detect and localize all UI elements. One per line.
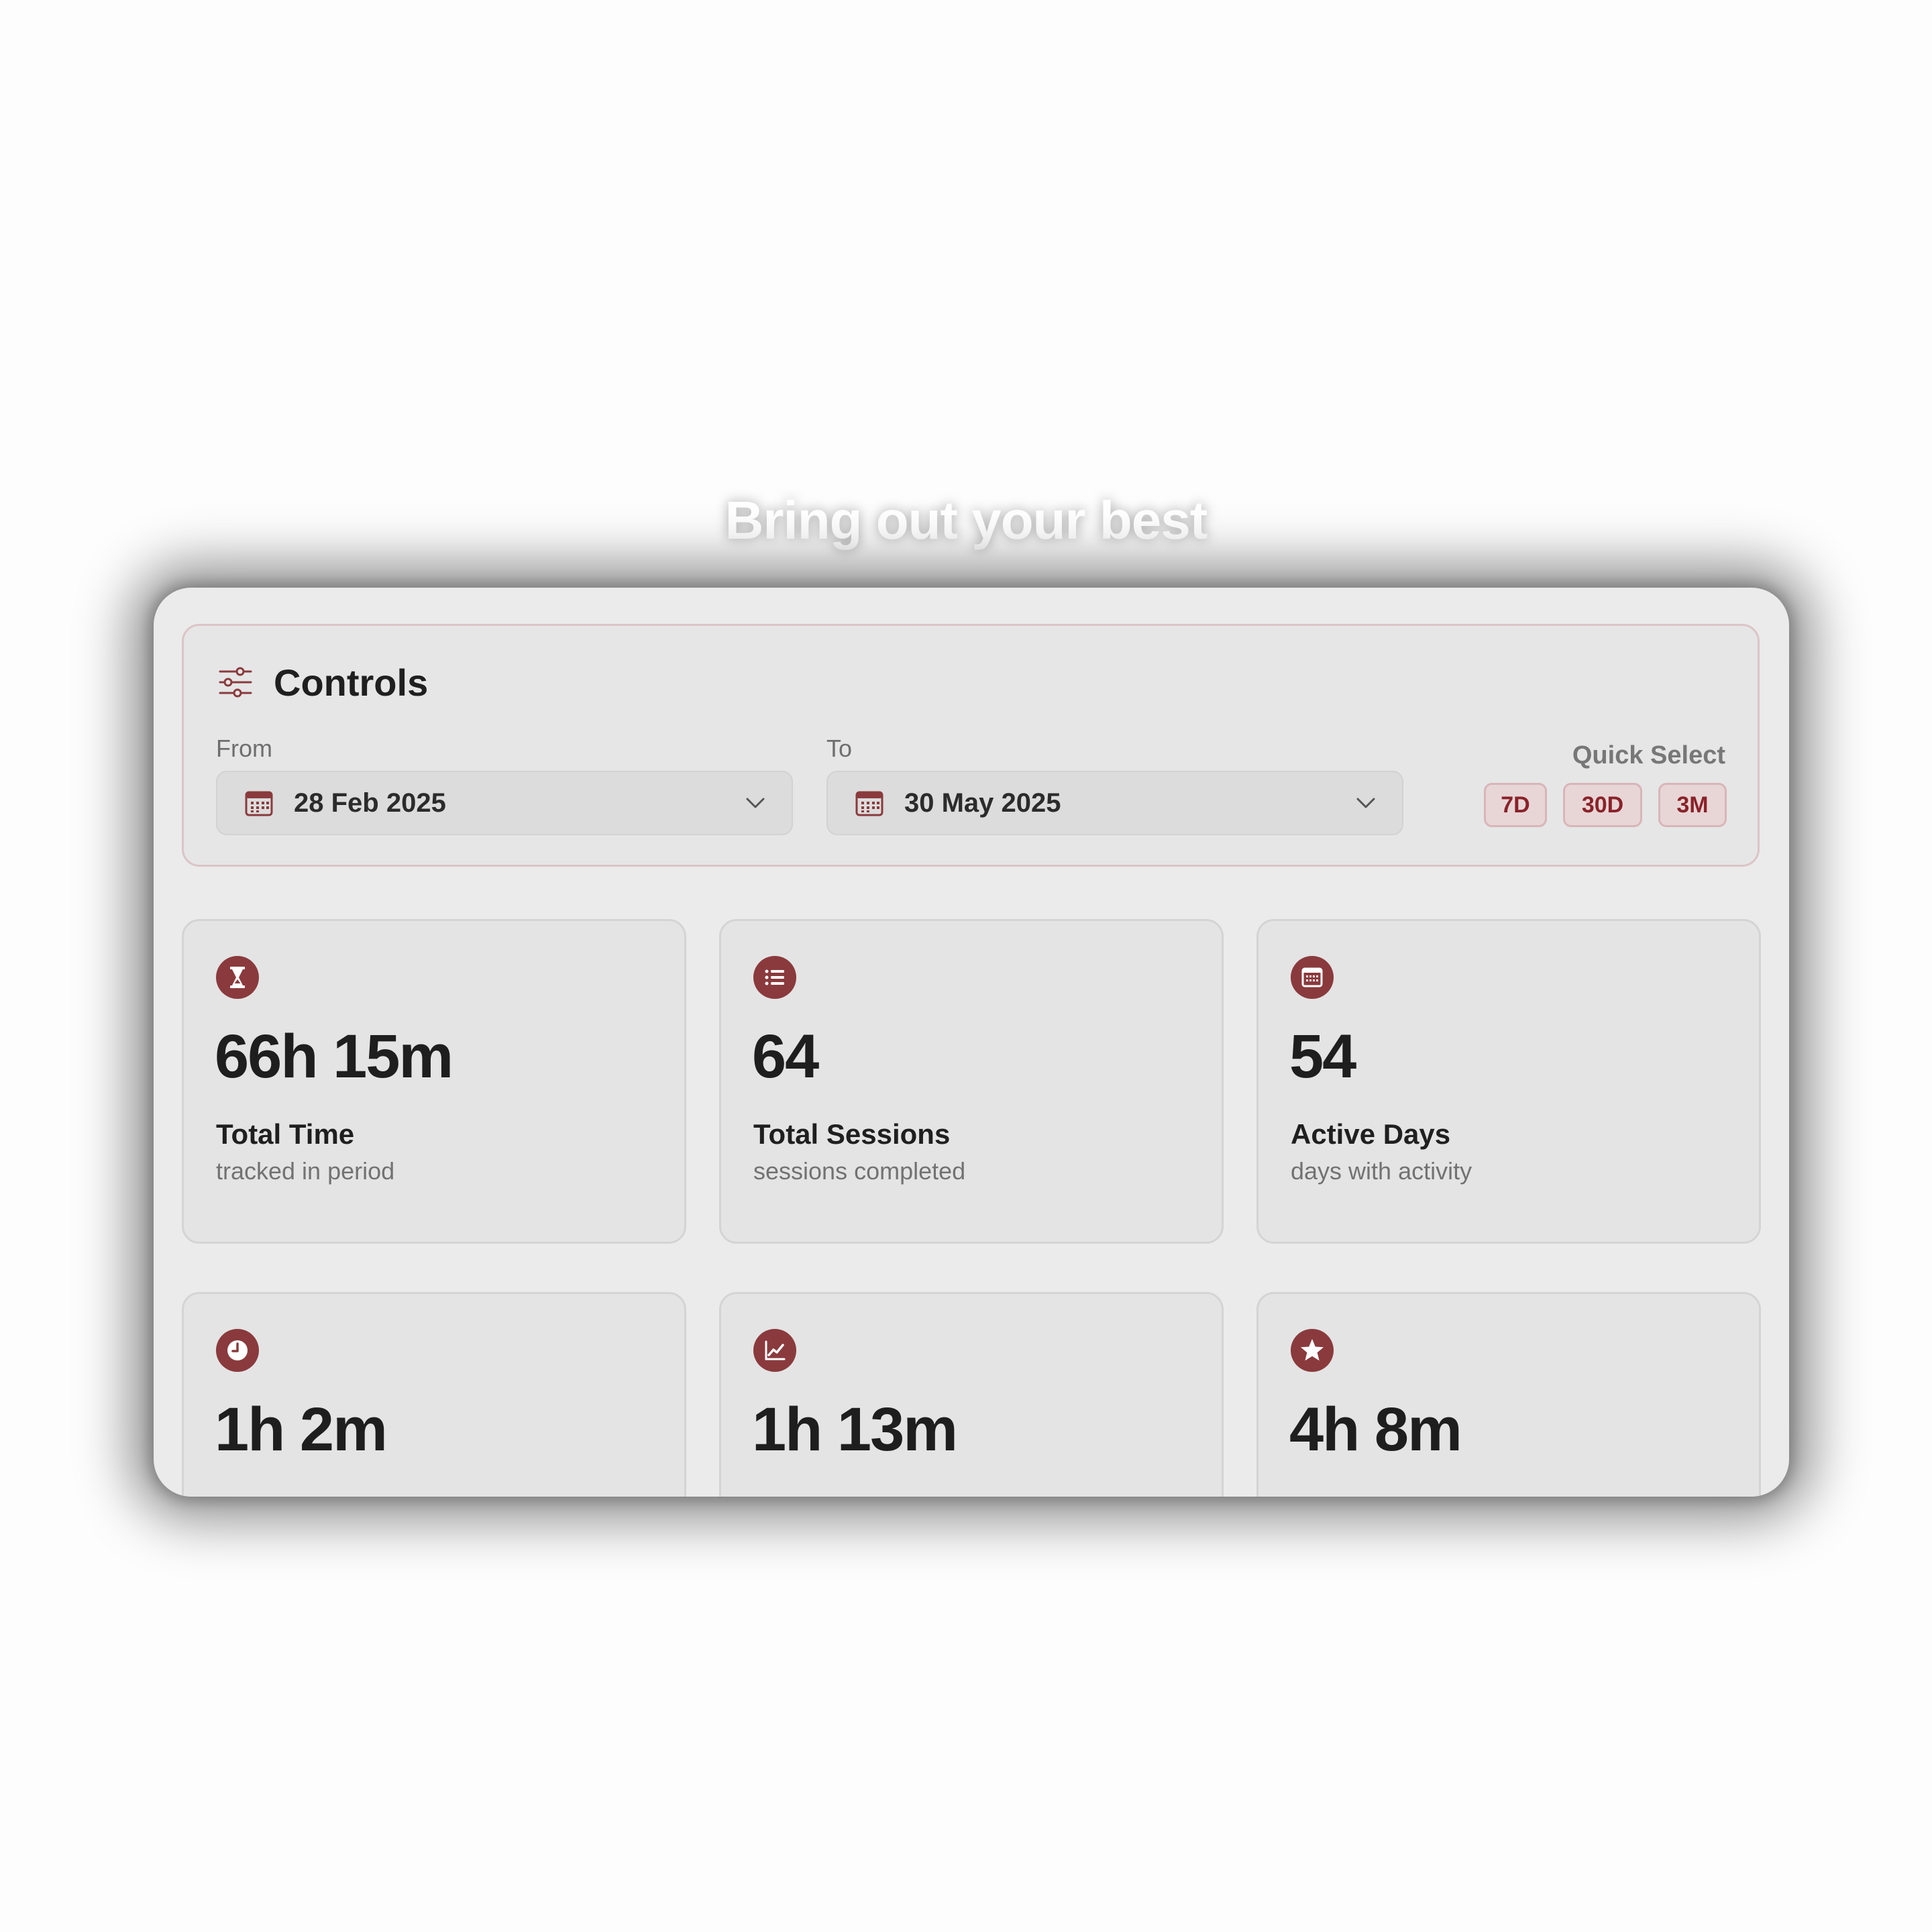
stat-label: Total Time: [216, 1118, 355, 1150]
chevron-down-icon: [1356, 798, 1375, 808]
stat-value: 64: [752, 1022, 819, 1091]
calendar-icon: [245, 791, 273, 816]
stat-value: 66h 15m: [215, 1022, 453, 1091]
chevron-down-icon: [746, 798, 765, 808]
stat-card-total-time: 66h 15m Total Time tracked in period: [182, 919, 686, 1244]
stat-value: 4h 8m: [1289, 1395, 1462, 1464]
quick-select-7d-button[interactable]: 7D: [1484, 783, 1547, 827]
stat-subtitle: sessions completed: [753, 1157, 966, 1185]
quick-select-group: 7D 30D 3M: [1484, 783, 1727, 827]
to-date-select[interactable]: 30 May 2025: [826, 771, 1403, 835]
controls-title: Controls: [274, 661, 429, 704]
stat-value: 54: [1289, 1022, 1356, 1091]
page: Bring out your best Controls From 28 Feb…: [0, 0, 1932, 1932]
app-window: Controls From 28 Feb 2025 To 30 May 2025…: [154, 588, 1789, 1497]
stat-label: Active Days: [1291, 1118, 1451, 1150]
stat-value: 1h 13m: [752, 1395, 958, 1464]
to-date-value: 30 May 2025: [904, 788, 1061, 818]
calendar-icon: [855, 791, 883, 816]
sliders-icon: [219, 667, 252, 698]
stat-label: Total Sessions: [753, 1118, 951, 1150]
star-icon: [1291, 1329, 1334, 1372]
from-label: From: [216, 735, 272, 762]
tagline: Bring out your best: [724, 490, 1208, 550]
stat-card-daily-average: 1h 13m: [719, 1292, 1224, 1497]
trend-chart-icon: [753, 1329, 796, 1372]
stat-card-longest-session: 4h 8m: [1256, 1292, 1761, 1497]
controls-panel: Controls From 28 Feb 2025 To 30 May 2025…: [182, 624, 1760, 867]
stat-subtitle: tracked in period: [216, 1157, 395, 1185]
to-label: To: [826, 735, 853, 762]
quick-select-3m-button[interactable]: 3M: [1658, 783, 1727, 827]
stat-subtitle: days with activity: [1291, 1157, 1472, 1185]
quick-select-30d-button[interactable]: 30D: [1563, 783, 1642, 827]
stat-card-average-session: 1h 2m: [182, 1292, 686, 1497]
quick-select-label: Quick Select: [1572, 741, 1725, 769]
from-date-select[interactable]: 28 Feb 2025: [216, 771, 793, 835]
stat-value: 1h 2m: [215, 1395, 388, 1464]
stat-card-total-sessions: 64 Total Sessions sessions completed: [719, 919, 1224, 1244]
calendar-icon: [1291, 956, 1334, 999]
list-icon: [753, 956, 796, 999]
from-date-value: 28 Feb 2025: [294, 788, 446, 818]
hourglass-icon: [216, 956, 259, 999]
controls-header: Controls: [217, 661, 428, 704]
clock-icon: [216, 1329, 259, 1372]
stat-card-active-days: 54 Active Days days with activity: [1256, 919, 1761, 1244]
